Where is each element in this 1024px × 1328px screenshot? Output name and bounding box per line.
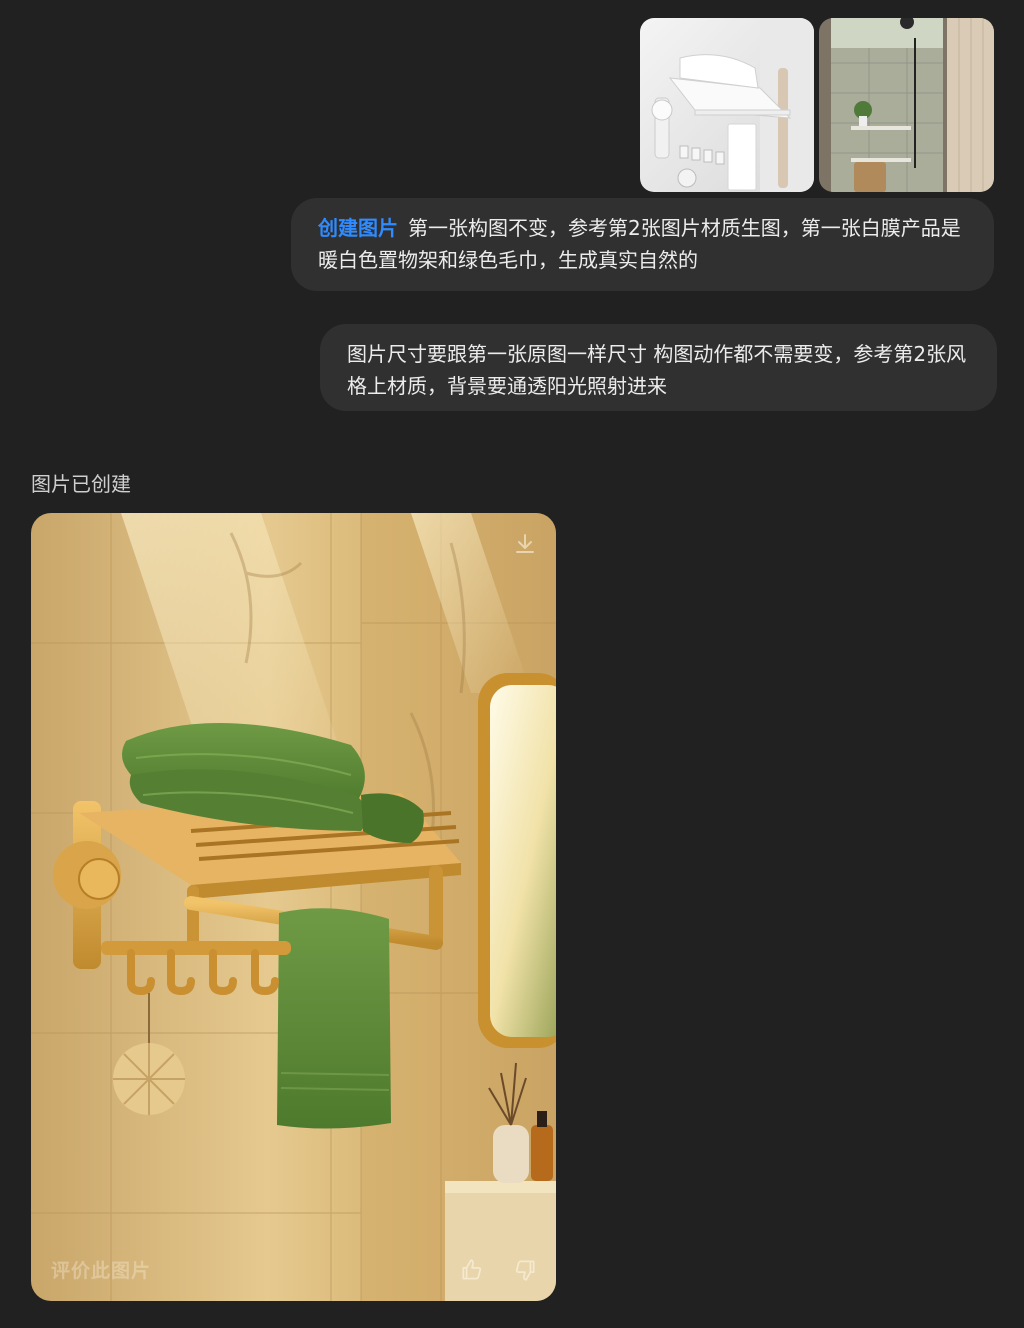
message-1-text: 第一张构图不变，参考第2张图片材质生图，第一张白膜产品是暖白色置物架和绿色毛巾，…	[318, 216, 961, 272]
dislike-button[interactable]	[508, 1253, 542, 1287]
attachment-image-2[interactable]	[819, 18, 994, 192]
rate-image-label: 评价此图片	[51, 1260, 152, 1282]
thumbs-down-icon	[515, 1260, 535, 1281]
message-2-text: 图片尺寸要跟第一张原图一样尺寸 构图动作都不需要变，参考第2张风格上材质，背景要…	[347, 342, 967, 398]
like-button[interactable]	[455, 1253, 489, 1287]
bathroom-shower-image	[819, 18, 994, 192]
image-created-status: 图片已创建	[31, 472, 131, 496]
white-towel-rack-image	[640, 18, 814, 192]
download-icon	[516, 534, 534, 553]
user-message-1: 创建图片 第一张构图不变，参考第2张图片材质生图，第一张白膜产品是暖白色置物架和绿…	[291, 198, 994, 291]
create-image-tag[interactable]: 创建图片	[318, 216, 398, 240]
user-message-2: 图片尺寸要跟第一张原图一样尺寸 构图动作都不需要变，参考第2张风格上材质，背景要…	[320, 324, 997, 411]
attachment-image-1[interactable]	[640, 18, 814, 192]
generated-image[interactable]: 评价此图片	[31, 513, 556, 1301]
chat-page: 创建图片 第一张构图不变，参考第2张图片材质生图，第一张白膜产品是暖白色置物架和绿…	[0, 0, 1024, 1328]
thumbs-up-icon	[462, 1259, 482, 1280]
download-button[interactable]	[508, 527, 542, 561]
bathroom-towel-rack-render	[31, 513, 556, 1301]
